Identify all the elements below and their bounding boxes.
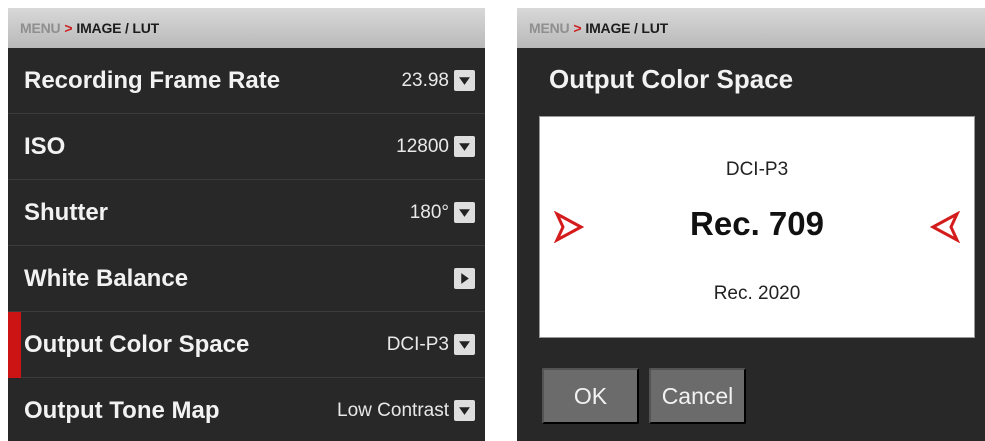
menu-item-value: 23.98 <box>401 69 449 91</box>
breadcrumb-root[interactable]: MENU <box>529 20 570 36</box>
breadcrumb-current: IMAGE / LUT <box>76 20 159 36</box>
menu-item-control[interactable]: DCI-P3 <box>387 334 475 356</box>
menu-item-label: White Balance <box>24 264 189 292</box>
arrow-left-icon <box>930 211 960 243</box>
ok-button[interactable]: OK <box>542 368 639 424</box>
cancel-button[interactable]: Cancel <box>649 368 746 424</box>
menu-item-control[interactable]: 180° <box>410 202 475 224</box>
breadcrumb: MENU > IMAGE / LUT <box>517 8 985 48</box>
menu-item-value: Low Contrast <box>337 399 449 421</box>
menu-item-control[interactable]: 23.98 <box>401 70 475 92</box>
menu-panel: MENU > IMAGE / LUT Recording Frame Rate … <box>8 8 485 441</box>
menu-item-control[interactable]: 12800 <box>396 136 475 158</box>
breadcrumb-current: IMAGE / LUT <box>585 20 668 36</box>
menu-item-label: Shutter <box>24 198 108 226</box>
chevron-down-icon[interactable] <box>454 202 475 223</box>
menu-item-label: ISO <box>24 132 66 160</box>
menu-item-shutter[interactable]: Shutter 180° <box>8 180 485 246</box>
menu-item-recording-frame-rate[interactable]: Recording Frame Rate 23.98 <box>8 48 485 114</box>
menu-item-control[interactable] <box>454 268 475 289</box>
menu-item-control[interactable]: Low Contrast <box>337 400 475 422</box>
chevron-down-icon[interactable] <box>454 70 475 91</box>
color-space-dialog: MENU > IMAGE / LUT Output Color Space DC… <box>517 8 985 441</box>
menu-item-iso[interactable]: ISO 12800 <box>8 114 485 180</box>
menu-item-value: 180° <box>409 201 449 223</box>
chevron-right-icon[interactable] <box>454 268 475 289</box>
menu-item-output-tone-map[interactable]: Output Tone Map Low Contrast <box>8 378 485 441</box>
color-space-picker[interactable]: DCI-P3 Rec. 709 Rec. 2020 <box>539 116 975 338</box>
menu-item-value: DCI-P3 <box>386 333 449 355</box>
menu-item-output-color-space[interactable]: Output Color Space DCI-P3 <box>8 312 485 378</box>
breadcrumb-root[interactable]: MENU <box>20 20 61 36</box>
picker-option-next[interactable]: Rec. 2020 <box>540 283 974 305</box>
dialog-title: Output Color Space <box>549 64 794 94</box>
menu-item-white-balance[interactable]: White Balance <box>8 246 485 312</box>
chevron-down-icon[interactable] <box>454 400 475 421</box>
chevron-down-icon[interactable] <box>454 136 475 157</box>
picker-option-previous[interactable]: DCI-P3 <box>540 159 974 181</box>
menu-item-label: Recording Frame Rate <box>24 66 281 94</box>
breadcrumb-separator-icon: > <box>573 20 582 36</box>
breadcrumb-separator-icon: > <box>64 20 73 36</box>
menu-item-value: 12800 <box>396 135 449 157</box>
picker-option-selected[interactable]: Rec. 709 <box>540 205 974 243</box>
menu-item-label: Output Color Space <box>24 330 250 358</box>
chevron-down-icon[interactable] <box>454 334 475 355</box>
breadcrumb: MENU > IMAGE / LUT <box>8 8 485 48</box>
menu-item-label: Output Tone Map <box>24 396 220 424</box>
arrow-right-icon <box>554 211 584 243</box>
